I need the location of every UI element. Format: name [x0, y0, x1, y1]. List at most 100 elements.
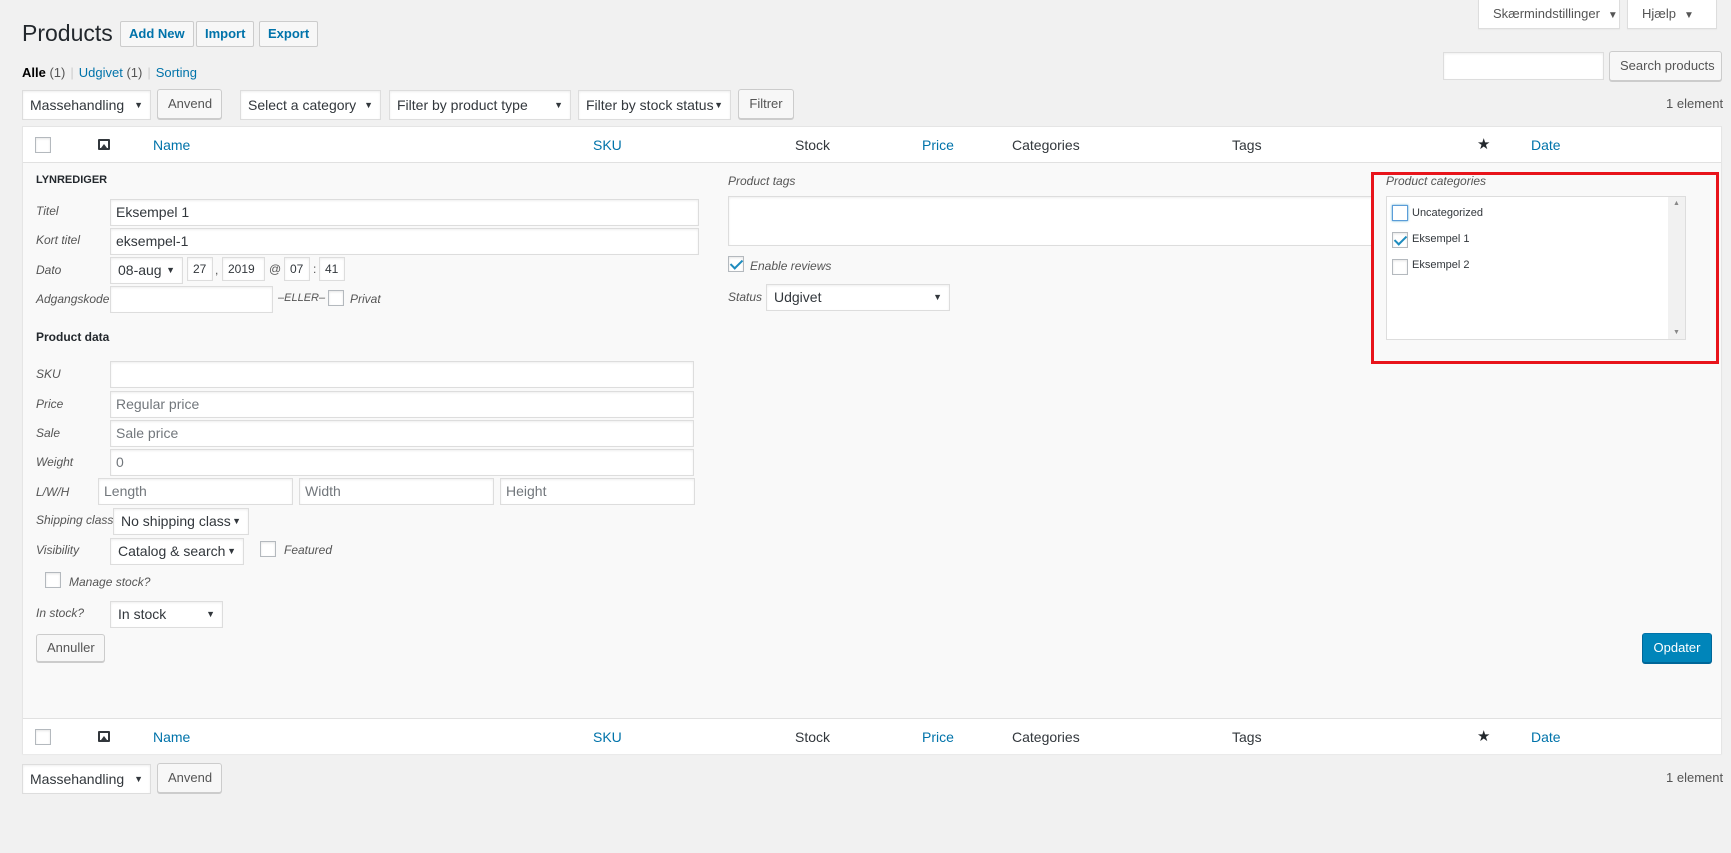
title-label: Titel: [36, 204, 59, 218]
sale-price-input[interactable]: Sale price: [110, 420, 694, 447]
length-input[interactable]: Length: [98, 478, 293, 505]
select-all-checkbox-footer[interactable]: [35, 729, 51, 745]
apply-button-bottom[interactable]: Anvend: [157, 763, 222, 793]
date-day-input[interactable]: 27: [187, 257, 213, 281]
date-hour-input[interactable]: 07: [284, 257, 310, 281]
caret-down-icon: ▼: [206, 609, 215, 619]
view-published-link[interactable]: Udgivet: [79, 65, 123, 80]
product-tags-label: Product tags: [728, 174, 796, 188]
export-button[interactable]: Export: [259, 21, 319, 47]
caret-down-icon: ▼: [134, 100, 143, 110]
date-comma: ,: [215, 263, 219, 277]
stock-status-value: In stock: [118, 606, 167, 622]
product-data-heading: Product data: [36, 330, 110, 344]
column-stock: Stock: [795, 137, 831, 153]
stock-status-filter-select[interactable]: Filter by stock status ▼: [578, 90, 731, 120]
view-all-count: (1): [49, 65, 66, 80]
add-new-button[interactable]: Add New: [120, 21, 194, 47]
enable-reviews-label: Enable reviews: [750, 259, 832, 273]
category-filter-value: Select a category: [248, 97, 357, 113]
column-name-footer[interactable]: Name: [153, 729, 190, 745]
visibility-label: Visibility: [36, 543, 80, 557]
view-all-link[interactable]: Alle: [22, 65, 46, 80]
item-count: 1 element: [1666, 96, 1724, 111]
visibility-select[interactable]: Catalog & search ▼: [110, 538, 244, 565]
enable-reviews-checkbox[interactable]: [728, 256, 744, 272]
caret-down-icon: ▼: [364, 100, 373, 110]
featured-checkbox[interactable]: [260, 541, 276, 557]
column-date[interactable]: Date: [1531, 137, 1561, 153]
filter-button[interactable]: Filtrer: [738, 89, 794, 119]
column-price[interactable]: Price: [922, 137, 954, 153]
regular-price-input[interactable]: Regular price: [110, 391, 694, 418]
caret-down-icon: ▼: [554, 100, 563, 110]
screen-options-tab[interactable]: Skærmindstillinger ▼: [1478, 0, 1620, 29]
product-tags-textarea[interactable]: [728, 196, 1374, 246]
width-input[interactable]: Width: [299, 478, 494, 505]
date-colon: :: [313, 262, 317, 276]
select-all-checkbox[interactable]: [35, 137, 51, 153]
search-input[interactable]: [1443, 52, 1604, 80]
visibility-value: Catalog & search: [118, 543, 226, 559]
item-count-bottom: 1 element: [1666, 770, 1724, 785]
bulk-action-select[interactable]: Massehandling ▼: [22, 90, 151, 120]
slug-input[interactable]: eksempel-1: [110, 228, 699, 255]
view-sorting-link[interactable]: Sorting: [156, 65, 197, 80]
view-published-count: (1): [126, 65, 143, 80]
column-categories-footer: Categories: [1012, 729, 1080, 745]
date-at: @: [269, 262, 282, 276]
column-date-footer[interactable]: Date: [1531, 729, 1561, 745]
sku-label: SKU: [36, 367, 61, 381]
quick-edit-legend: LYNREDIGER: [36, 174, 108, 186]
column-categories: Categories: [1012, 137, 1080, 153]
category-filter-select[interactable]: Select a category ▼: [240, 90, 381, 120]
manage-stock-checkbox[interactable]: [45, 572, 61, 588]
weight-label: Weight: [36, 455, 74, 469]
apply-button[interactable]: Anvend: [157, 89, 222, 119]
price-label: Price: [36, 397, 64, 411]
status-value: Udgivet: [774, 289, 822, 305]
featured-label: Featured: [284, 543, 333, 557]
status-label: Status: [728, 290, 763, 304]
date-month-select[interactable]: 08-aug ▼: [110, 257, 183, 284]
slug-label: Kort titel: [36, 233, 81, 247]
search-products-button[interactable]: Search products: [1609, 51, 1722, 81]
featured-star-icon[interactable]: ★: [1477, 135, 1490, 153]
caret-down-icon: ▼: [227, 546, 236, 556]
date-year-input[interactable]: 2019: [222, 257, 265, 281]
title-input[interactable]: Eksempel 1: [110, 199, 699, 226]
sale-label: Sale: [36, 426, 61, 440]
private-checkbox[interactable]: [328, 290, 344, 306]
product-type-filter-value: Filter by product type: [397, 97, 528, 113]
bulk-action-select-bottom[interactable]: Massehandling ▼: [22, 764, 151, 794]
column-sku-footer[interactable]: SKU: [593, 729, 622, 745]
sku-input[interactable]: [110, 361, 694, 388]
status-select[interactable]: Udgivet ▼: [766, 284, 950, 311]
weight-input[interactable]: 0: [110, 449, 694, 476]
view-filters: Alle (1) | Udgivet (1) | Sorting: [22, 65, 197, 80]
import-button[interactable]: Import: [196, 21, 255, 47]
update-button[interactable]: Opdater: [1642, 633, 1712, 663]
shipping-class-label: Shipping class: [36, 513, 114, 527]
table-footer: Name SKU Stock Price Categories Tags ★ D…: [23, 718, 1721, 754]
view-separator: |: [70, 65, 74, 80]
column-price-footer[interactable]: Price: [922, 729, 954, 745]
column-sku[interactable]: SKU: [593, 137, 622, 153]
or-label: –ELLER–: [278, 292, 326, 304]
cancel-button[interactable]: Annuller: [36, 634, 105, 662]
shipping-class-select[interactable]: No shipping class ▼: [113, 508, 249, 535]
height-input[interactable]: Height: [500, 478, 695, 505]
password-input[interactable]: [110, 286, 273, 313]
in-stock-label: In stock?: [36, 606, 85, 620]
lwh-label: L/W/H: [36, 485, 70, 499]
password-label: Adgangskode: [36, 292, 110, 306]
page-title: Products: [22, 20, 113, 46]
featured-star-icon[interactable]: ★: [1477, 727, 1490, 745]
stock-status-select[interactable]: In stock ▼: [110, 601, 223, 628]
help-tab[interactable]: Hjælp ▼: [1627, 0, 1717, 29]
column-name[interactable]: Name: [153, 137, 190, 153]
product-type-filter-select[interactable]: Filter by product type ▼: [389, 90, 571, 120]
date-minute-input[interactable]: 41: [319, 257, 345, 281]
column-tags-footer: Tags: [1232, 729, 1262, 745]
view-separator: |: [147, 65, 151, 80]
